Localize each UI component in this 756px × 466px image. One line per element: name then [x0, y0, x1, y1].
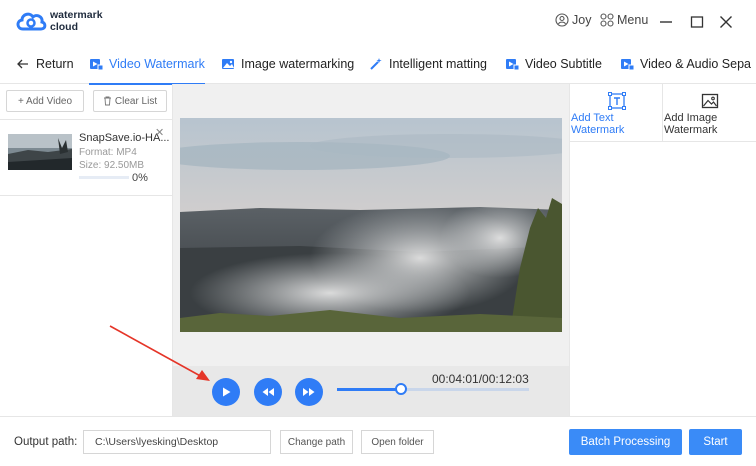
- file-progress-text: 0%: [132, 172, 148, 184]
- timecode: 00:04:01/00:12:03: [432, 372, 529, 386]
- subtitle-icon: [506, 59, 519, 71]
- arrow-left-icon: [17, 59, 28, 69]
- output-path-label: Output path:: [14, 436, 78, 448]
- video-watermark-icon: [90, 59, 103, 71]
- clear-list-button[interactable]: Clear List: [93, 90, 167, 112]
- cloud-logo-icon: [16, 12, 47, 31]
- user-account[interactable]: Joy: [555, 13, 591, 27]
- trash-icon: [103, 96, 111, 106]
- tab-video-audio-separation[interactable]: Video & Audio Sepa: [620, 44, 751, 84]
- watermark-options-panel: Add Text Watermark Add Image Watermark: [569, 84, 756, 416]
- clear-list-label: Clear List: [114, 95, 158, 107]
- file-progress-bar: [79, 176, 129, 179]
- player-controls: 00:04:01/00:12:03: [173, 366, 569, 416]
- seek-bar-fill: [337, 388, 401, 391]
- start-button[interactable]: Start: [689, 429, 742, 455]
- output-path-field[interactable]: C:\Users\lyesking\Desktop: [83, 430, 271, 454]
- file-size: Size: 92.50MB: [79, 160, 145, 171]
- menu-label: Menu: [617, 13, 649, 27]
- user-icon: [555, 13, 569, 27]
- add-text-watermark-line1: Add Text: [571, 112, 614, 124]
- tab-intelligent-matting[interactable]: Intelligent matting: [369, 44, 487, 84]
- maximize-button[interactable]: [687, 12, 707, 32]
- grid-menu-icon: [600, 13, 614, 27]
- open-folder-button[interactable]: Open folder: [361, 430, 434, 454]
- remove-file-icon[interactable]: ✕: [155, 126, 164, 139]
- close-icon: [720, 16, 732, 28]
- image-icon: [222, 59, 234, 69]
- tab-label: Return: [36, 57, 74, 71]
- magic-wand-icon: [370, 58, 382, 70]
- rewind-icon: [262, 388, 274, 396]
- batch-processing-button[interactable]: Batch Processing: [569, 429, 682, 455]
- rewind-button[interactable]: [254, 378, 282, 406]
- list-item[interactable]: SnapSave.io-HA... Format: MP4 Size: 92.5…: [0, 120, 173, 196]
- minimize-icon: [660, 21, 672, 23]
- add-text-watermark-line2: Watermark: [571, 124, 625, 136]
- image-frame-icon: [701, 93, 719, 109]
- video-frame[interactable]: [180, 118, 562, 332]
- fast-forward-icon: [303, 388, 315, 396]
- change-path-button[interactable]: Change path: [280, 430, 353, 454]
- tab-label: Intelligent matting: [389, 57, 487, 71]
- tab-video-watermark[interactable]: Video Watermark: [89, 44, 205, 85]
- user-name: Joy: [572, 13, 592, 27]
- video-thumbnail: [8, 134, 72, 170]
- maximize-icon: [690, 16, 704, 28]
- audio-separate-icon: [621, 59, 634, 71]
- minimize-button[interactable]: [656, 12, 676, 32]
- tab-return[interactable]: Return: [16, 44, 74, 84]
- add-image-watermark-button[interactable]: Add Image Watermark: [663, 84, 756, 142]
- fast-forward-button[interactable]: [295, 378, 323, 406]
- tab-image-watermarking[interactable]: Image watermarking: [221, 44, 354, 84]
- logo-line-2: cloud: [50, 21, 78, 33]
- menu-button[interactable]: Menu: [600, 13, 648, 27]
- app-logo-text: watermark cloud: [50, 9, 103, 33]
- tab-bar: Return Video Watermark Image watermarkin…: [0, 44, 756, 85]
- tab-label: Video Subtitle: [525, 57, 602, 71]
- video-preview-area: 00:04:01/00:12:03: [173, 84, 569, 416]
- add-text-watermark-button[interactable]: Add Text Watermark: [570, 84, 663, 142]
- tab-label: Image watermarking: [241, 57, 355, 71]
- tab-label: Video & Audio Sepa: [640, 57, 751, 71]
- footer-bar: Output path: C:\Users\lyesking\Desktop C…: [0, 416, 756, 466]
- annotation-arrow-icon: [109, 325, 210, 381]
- close-button[interactable]: [716, 12, 736, 32]
- play-icon: [223, 387, 231, 397]
- add-video-button[interactable]: + Add Video: [6, 90, 84, 112]
- seek-bar[interactable]: [337, 383, 529, 395]
- file-format: Format: MP4: [79, 147, 137, 158]
- add-image-watermark-line1: Add Image: [664, 112, 718, 124]
- seek-handle[interactable]: [394, 383, 407, 395]
- add-image-watermark-line2: Watermark: [664, 124, 718, 136]
- title-bar: watermark cloud Joy Menu: [0, 0, 756, 44]
- tab-label: Video Watermark: [109, 57, 205, 71]
- tab-video-subtitle[interactable]: Video Subtitle: [505, 44, 602, 84]
- logo-line-1: watermark: [50, 9, 103, 21]
- text-box-icon: [608, 92, 626, 110]
- file-toolbar: + Add Video Clear List: [0, 84, 173, 120]
